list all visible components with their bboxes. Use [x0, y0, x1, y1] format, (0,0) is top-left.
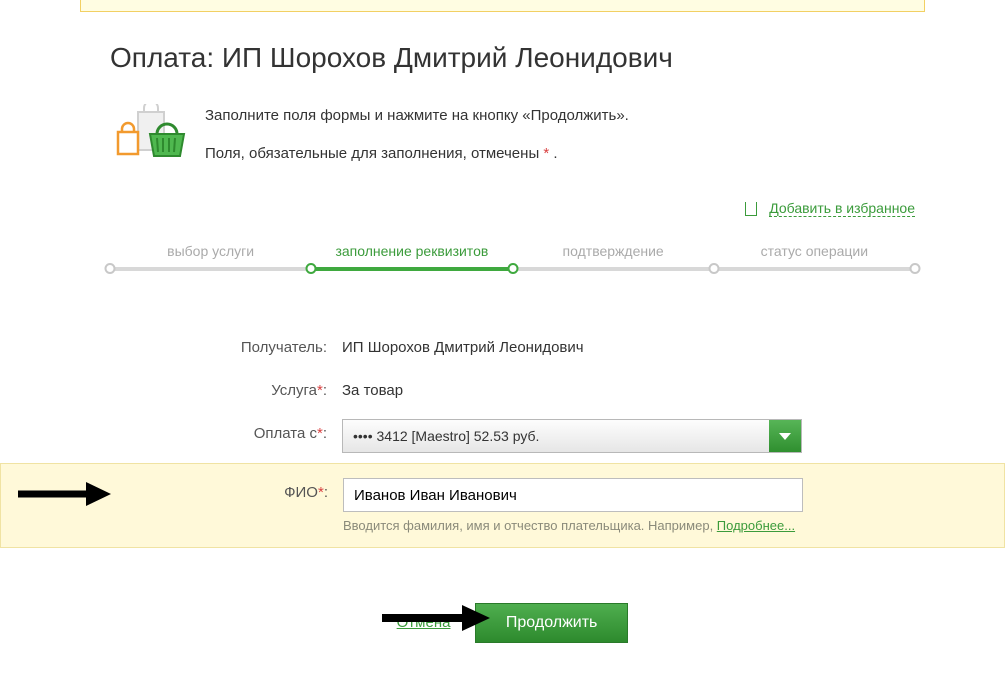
fio-highlight-block: ФИО*: Вводится фамилия, имя и отчество п… — [0, 463, 1005, 548]
payfrom-selected-value: •••• 3412 [Maestro] 52.53 руб. — [343, 420, 769, 452]
step-dot-4 — [708, 263, 719, 274]
intro-block: Заполните поля формы и нажмите на кнопку… — [110, 104, 915, 180]
row-payfrom: Оплата с*: •••• 3412 [Maestro] 52.53 руб… — [110, 409, 915, 463]
intro-line1: Заполните поля формы и нажмите на кнопку… — [205, 104, 629, 128]
basket-icon — [110, 104, 205, 162]
payfrom-label: Оплата с*: — [110, 419, 342, 442]
service-value: За товар — [342, 376, 915, 399]
add-favorite-link[interactable]: Добавить в избранное — [769, 200, 915, 217]
recipient-label: Получатель: — [110, 333, 342, 356]
step-dot-1 — [105, 263, 116, 274]
step-1-label: выбор услуги — [110, 243, 311, 259]
annotation-arrow-fio — [16, 482, 111, 506]
row-recipient: Получатель: ИП Шорохов Дмитрий Леонидови… — [110, 323, 915, 366]
step-dot-2 — [306, 263, 317, 274]
annotation-arrow-continue — [380, 605, 475, 631]
step-dot-3 — [507, 263, 518, 274]
actions-row: Отмена Продолжить — [110, 603, 915, 643]
continue-button[interactable]: Продолжить — [475, 603, 628, 643]
steps-progress-fill — [311, 267, 512, 271]
step-4-label: статус операции — [714, 243, 915, 259]
fio-hint-link[interactable]: Подробнее... — [717, 518, 795, 533]
page-title: Оплата: ИП Шорохов Дмитрий Леонидович — [110, 42, 915, 74]
top-notice-bar — [80, 0, 925, 12]
bookmark-icon — [745, 202, 757, 216]
step-2-label: заполнение реквизитов — [311, 243, 512, 259]
payfrom-select[interactable]: •••• 3412 [Maestro] 52.53 руб. — [342, 419, 802, 453]
fio-hint: Вводится фамилия, имя и отчество платель… — [343, 518, 914, 533]
row-service: Услуга*: За товар — [110, 366, 915, 409]
fio-input[interactable] — [343, 478, 803, 512]
fio-label: ФИО*: — [111, 478, 343, 501]
service-label: Услуга*: — [110, 376, 342, 399]
intro-line2: Поля, обязательные для заполнения, отмеч… — [205, 142, 629, 166]
step-dot-5 — [910, 263, 921, 274]
step-3-label: подтверждение — [513, 243, 714, 259]
recipient-value: ИП Шорохов Дмитрий Леонидович — [342, 333, 915, 356]
progress-steps: выбор услуги заполнение реквизитов подтв… — [110, 243, 915, 283]
chevron-down-icon[interactable] — [769, 420, 801, 452]
